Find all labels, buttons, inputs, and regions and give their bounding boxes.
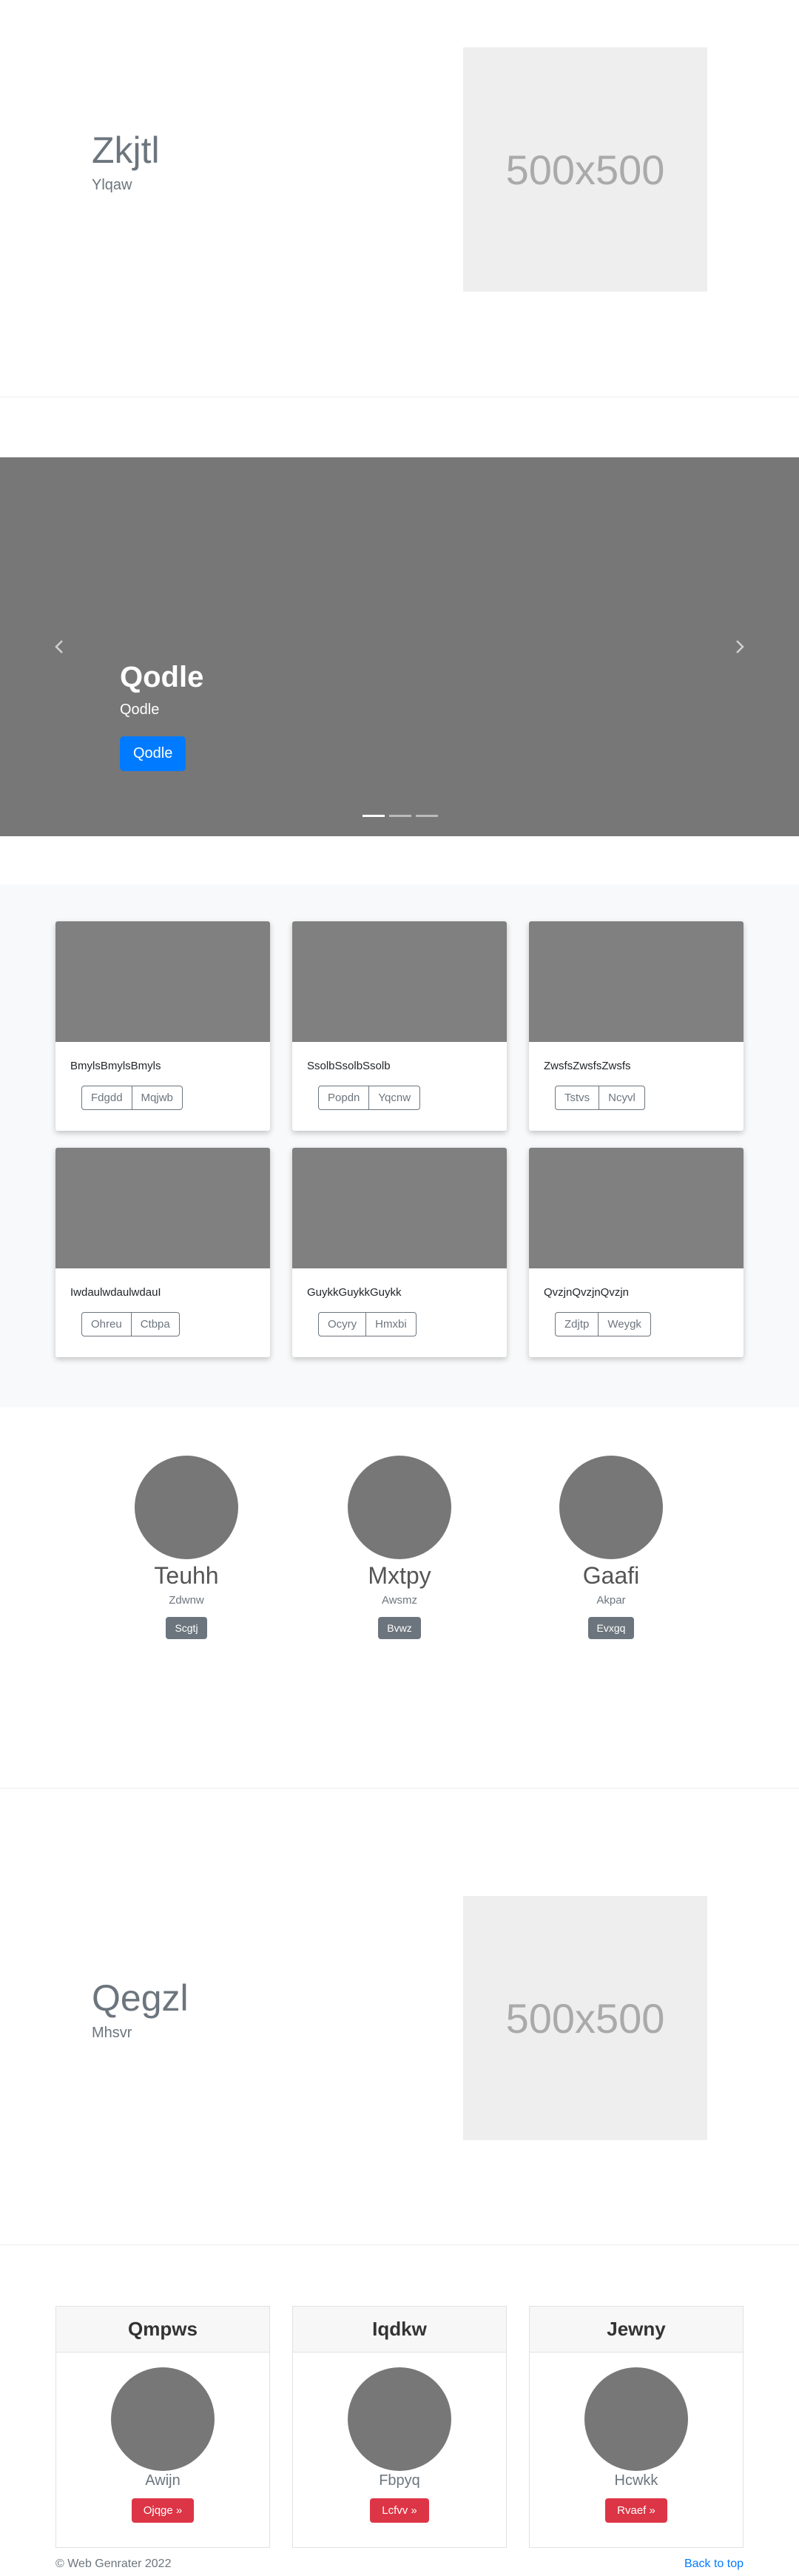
chevron-left-icon (55, 640, 63, 653)
carousel-next-button[interactable] (728, 632, 750, 662)
card-thumbnail (529, 1148, 744, 1268)
member-name: Teuhh (154, 1562, 219, 1589)
pricing-card-header: Jewny (530, 2307, 743, 2353)
pricing-card-name: Awijn (145, 2472, 181, 2489)
carousel-indicator-3[interactable] (416, 815, 438, 817)
carousel-indicators (363, 815, 438, 817)
member-button[interactable]: Bvwz (378, 1617, 421, 1639)
feature-image-placeholder: 500x500 (463, 1896, 707, 2140)
footer-copyright: © Web Genrater 2022 (55, 2557, 172, 2570)
placeholder-label: 500x500 (505, 1994, 665, 2042)
member-name: Mxtpy (368, 1562, 431, 1589)
carousel-indicator-1[interactable] (363, 815, 385, 817)
feature-subtitle: Ylqaw (92, 177, 132, 193)
feature-text: Qegzl Mhsvr (92, 1978, 189, 2042)
card-button-2[interactable]: Mqjwb (131, 1086, 183, 1110)
card-title: BmylsBmylsBmyls (70, 1060, 161, 1072)
album-card: IwdaulwdaulwdauI Ohreu Ctbpa (55, 1148, 270, 1357)
card-button-1[interactable]: Ohreu (81, 1312, 132, 1336)
pricing-card: Iqdkw Fbpyq Lcfvv » (292, 2306, 507, 2548)
member-role: Akpar (596, 1594, 626, 1607)
card-button-1[interactable]: Popdn (318, 1086, 370, 1110)
card-thumbnail (55, 1148, 270, 1268)
card-button-group: Fdgdd Mqjwb (81, 1086, 270, 1110)
card-title: SsolbSsolbSsolb (307, 1060, 391, 1072)
pricing-card-name: Fbpyq (379, 2472, 420, 2489)
member-role: Awsmz (381, 1594, 418, 1607)
album-card: GuykkGuykkGuykk Ocyry Hmxbi (292, 1148, 507, 1357)
card-button-1[interactable]: Fdgdd (81, 1086, 132, 1110)
member-name: Gaafi (582, 1562, 640, 1589)
feature-title: Qegzl (92, 1977, 189, 2019)
card-button-group: Ocyry Hmxbi (318, 1312, 507, 1336)
carousel-title: Qodle (120, 661, 204, 693)
card-title: IwdaulwdaulwdauI (70, 1286, 161, 1299)
carousel-caption: Qodle Qodle Qodle (120, 660, 203, 771)
card-button-group: Popdn Yqcnw (318, 1086, 507, 1110)
card-button-2[interactable]: Yqcnw (368, 1086, 421, 1110)
team-member: Mxtpy Awsmz Bvwz (326, 1456, 473, 1639)
card-button-2[interactable]: Hmxbi (365, 1312, 417, 1336)
album-section: BmylsBmylsBmyls Fdgdd Mqjwb SsolbSsolbSs… (0, 884, 799, 1408)
pricing-card-button[interactable]: Lcfvv » (370, 2498, 429, 2523)
card-button-group: Ohreu Ctbpa (81, 1312, 270, 1336)
carousel-prev-button[interactable] (49, 632, 71, 662)
carousel: Qodle Qodle Qodle (0, 457, 799, 836)
card-thumbnail (292, 921, 507, 1042)
avatar (348, 2367, 451, 2471)
carousel-text: Qodle (120, 702, 160, 718)
avatar (348, 1456, 451, 1559)
pricing-card-name: Hcwkk (614, 2472, 658, 2489)
avatar (135, 1456, 238, 1559)
pricing-card-button[interactable]: Ojqge » (131, 2498, 195, 2523)
member-button[interactable]: Scgtj (166, 1617, 207, 1639)
album-card: BmylsBmylsBmyls Fdgdd Mqjwb (55, 921, 270, 1131)
avatar (584, 2367, 688, 2471)
pricing-card: Qmpws Awijn Ojqge » (55, 2306, 270, 2548)
card-title: ZwsfsZwsfsZwsfs (544, 1060, 631, 1072)
pricing-card-header: Qmpws (56, 2307, 269, 2353)
pricing-card-header: Iqdkw (293, 2307, 506, 2353)
feature-image-placeholder: 500x500 (463, 47, 707, 292)
feature-section-1: Zkjtl Ylqaw 500x500 (0, 0, 799, 397)
card-button-1[interactable]: Zdjtp (555, 1312, 599, 1336)
album-card: QvzjnQvzjnQvzjn Zdjtp Weygk (529, 1148, 744, 1357)
card-button-group: Tstvs Ncyvl (555, 1086, 744, 1110)
feature-subtitle: Mhsvr (92, 2025, 132, 2041)
card-button-2[interactable]: Ctbpa (130, 1312, 180, 1336)
feature-section-2: Qegzl Mhsvr 500x500 (0, 1789, 799, 2245)
back-to-top-link[interactable]: Back to top (684, 2557, 744, 2571)
card-button-1[interactable]: Ocyry (318, 1312, 367, 1336)
member-button[interactable]: Evxgq (587, 1617, 635, 1639)
footer: © Web Genrater 2022 Back to top (0, 2557, 799, 2576)
team-member: Gaafi Akpar Evxgq (537, 1456, 685, 1639)
avatar (111, 2367, 215, 2471)
card-thumbnail (529, 921, 744, 1042)
card-button-group: Zdjtp Weygk (555, 1312, 744, 1336)
carousel-cta-button[interactable]: Qodle (120, 736, 186, 771)
pricing-card: Jewny Hcwkk Rvaef » (529, 2306, 744, 2548)
member-role: Zdwnw (169, 1594, 204, 1607)
team-member: Teuhh Zdwnw Scgtj (112, 1456, 260, 1639)
carousel-indicator-2[interactable] (389, 815, 411, 817)
card-thumbnail (292, 1148, 507, 1268)
card-title: GuykkGuykkGuykk (307, 1286, 402, 1299)
chevron-right-icon (736, 640, 744, 653)
placeholder-label: 500x500 (505, 146, 665, 193)
team-section: Teuhh Zdwnw Scgtj Mxtpy Awsmz Bvwz Gaafi… (0, 1454, 799, 1789)
card-title: QvzjnQvzjnQvzjn (544, 1286, 630, 1299)
card-button-1[interactable]: Tstvs (555, 1086, 600, 1110)
feature-text: Zkjtl Ylqaw (92, 130, 160, 194)
album-card: ZwsfsZwsfsZwsfs Tstvs Ncyvl (529, 921, 744, 1131)
avatar (559, 1456, 663, 1559)
feature-title: Zkjtl (92, 130, 160, 171)
album-card: SsolbSsolbSsolb Popdn Yqcnw (292, 921, 507, 1131)
card-button-2[interactable]: Weygk (598, 1312, 651, 1336)
card-thumbnail (55, 921, 270, 1042)
pricing-card-button[interactable]: Rvaef » (605, 2498, 667, 2523)
card-button-2[interactable]: Ncyvl (599, 1086, 645, 1110)
